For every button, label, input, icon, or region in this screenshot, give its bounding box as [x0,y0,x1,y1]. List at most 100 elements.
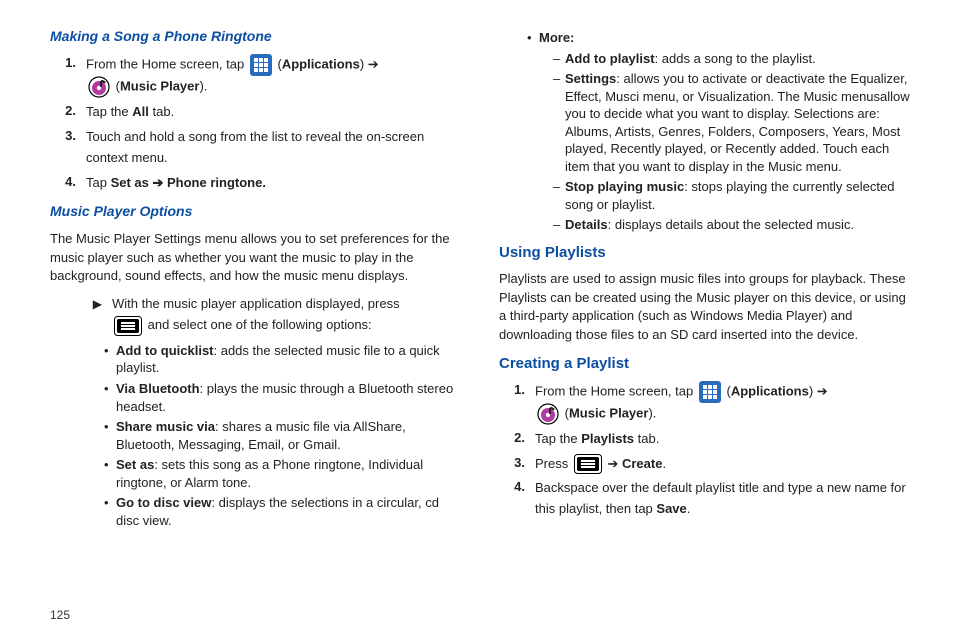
page-number: 125 [50,608,70,622]
arrow-instruction: ▶ With the music player application disp… [76,294,465,336]
step-body: Press ➔ Create. [535,454,914,475]
step-4: 4. Backspace over the default playlist t… [499,478,914,520]
more-sublist: Add to playlist: adds a song to the play… [553,50,914,234]
bullet-label: Share music via [116,419,215,434]
list-item: Set as: sets this song as a Phone ringto… [102,456,465,491]
ringtone-steps: 1. From the Home screen, tap (Applicatio… [50,54,465,193]
more-label: More: [539,30,574,45]
options-block: ▶ With the music player application disp… [50,294,465,529]
music-player-icon [88,76,110,98]
step-body: Tap the Playlists tab. [535,429,914,450]
heading-creating-playlist: Creating a Playlist [499,353,914,375]
step-number: 1. [499,381,535,425]
step-3: 3. Press ➔ Create. [499,454,914,475]
list-item: Via Bluetooth: plays the music through a… [102,380,465,415]
text: and select one of the following options: [148,317,372,332]
step-number: 3. [50,127,86,169]
text: tab. [149,104,174,119]
options-bullets: Add to quicklist: adds the selected musi… [102,342,465,529]
list-item-more: More: Add to playlist: adds a song to th… [525,29,914,234]
menu-key-icon [114,316,142,336]
apps-grid-icon [250,54,272,76]
bullet-text: : sets this song as a Phone ringtone, In… [116,457,423,490]
apps-grid-icon [699,381,721,403]
text: Tap the [535,431,581,446]
bullet-label: Go to disc view [116,495,211,510]
list-item: Add to playlist: adds a song to the play… [553,50,914,68]
step-number: 4. [499,478,535,520]
text: ). [648,405,656,420]
list-item: Go to disc view: displays the selections… [102,494,465,529]
label-music-player: Music Player [120,79,200,94]
more-bullet: More: Add to playlist: adds a song to th… [525,29,914,234]
heading-using-playlists: Using Playlists [499,242,914,264]
text: . [662,456,666,471]
step-body: Backspace over the default playlist titl… [535,478,914,520]
step-body: From the Home screen, tap (Applications)… [535,381,914,425]
step-1: 1. From the Home screen, tap (Applicatio… [50,54,465,98]
bullet-label: Add to quicklist [116,343,214,358]
menu-key-icon [574,454,602,474]
list-item: Stop playing music: stops playing the cu… [553,178,914,213]
text: With the music player application displa… [112,296,400,311]
step-body: Tap the All tab. [86,102,465,123]
text: From the Home screen, tap [535,383,697,398]
label-applications: Applications [731,383,809,398]
text: . [687,501,691,516]
step-body: Tap Set as ➔ Phone ringtone. [86,173,465,194]
text: tab. [634,431,659,446]
dash-label: Settings [565,71,616,86]
manual-page: Making a Song a Phone Ringtone 1. From t… [0,0,954,636]
dash-text: : allows you to activate or deactivate t… [565,71,910,174]
heading-ringtone: Making a Song a Phone Ringtone [50,26,465,46]
right-column: More: Add to playlist: adds a song to th… [499,26,914,620]
list-item: Share music via: shares a music file via… [102,418,465,453]
text: ) ➔ [360,57,379,72]
text: ➔ [607,456,622,471]
label-set-as: Set as ➔ Phone ringtone. [111,175,266,190]
step-2: 2. Tap the All tab. [50,102,465,123]
step-3: 3. Touch and hold a song from the list t… [50,127,465,169]
create-playlist-steps: 1. From the Home screen, tap (Applicatio… [499,381,914,520]
heading-music-options: Music Player Options [50,201,465,221]
music-player-icon [537,403,559,425]
left-column: Making a Song a Phone Ringtone 1. From t… [50,26,465,620]
step-number: 3. [499,454,535,475]
label-playlists: Playlists [581,431,634,446]
arrow-icon: ▶ [76,294,112,336]
label-applications: Applications [282,57,360,72]
step-4: 4. Tap Set as ➔ Phone ringtone. [50,173,465,194]
step-number: 2. [499,429,535,450]
dash-text: : adds a song to the playlist. [655,51,816,66]
step-number: 2. [50,102,86,123]
label-all: All [132,104,149,119]
list-item: Add to quicklist: adds the selected musi… [102,342,465,377]
dash-label: Add to playlist [565,51,655,66]
step-1: 1. From the Home screen, tap (Applicatio… [499,381,914,425]
label-create: Create [622,456,662,471]
bullet-label: Via Bluetooth [116,381,200,396]
arrow-body: With the music player application displa… [112,294,465,336]
step-number: 4. [50,173,86,194]
label-music-player: Music Player [569,405,649,420]
dash-text: : displays details about the selected mu… [608,217,854,232]
text: From the Home screen, tap [86,57,248,72]
text: ). [199,79,207,94]
text: Tap [86,175,111,190]
step-body: Touch and hold a song from the list to r… [86,127,465,169]
text: Backspace over the default playlist titl… [535,480,906,516]
text: ) ➔ [809,383,828,398]
text: Tap the [86,104,132,119]
dash-label: Details [565,217,608,232]
step-2: 2. Tap the Playlists tab. [499,429,914,450]
text: Press [535,456,572,471]
list-item: Details: displays details about the sele… [553,216,914,234]
list-item: Settings: allows you to activate or deac… [553,70,914,175]
options-intro: The Music Player Settings menu allows yo… [50,230,465,287]
label-save: Save [656,501,686,516]
playlists-intro: Playlists are used to assign music files… [499,270,914,345]
step-body: From the Home screen, tap (Applications)… [86,54,465,98]
step-number: 1. [50,54,86,98]
dash-label: Stop playing music [565,179,684,194]
bullet-label: Set as [116,457,154,472]
